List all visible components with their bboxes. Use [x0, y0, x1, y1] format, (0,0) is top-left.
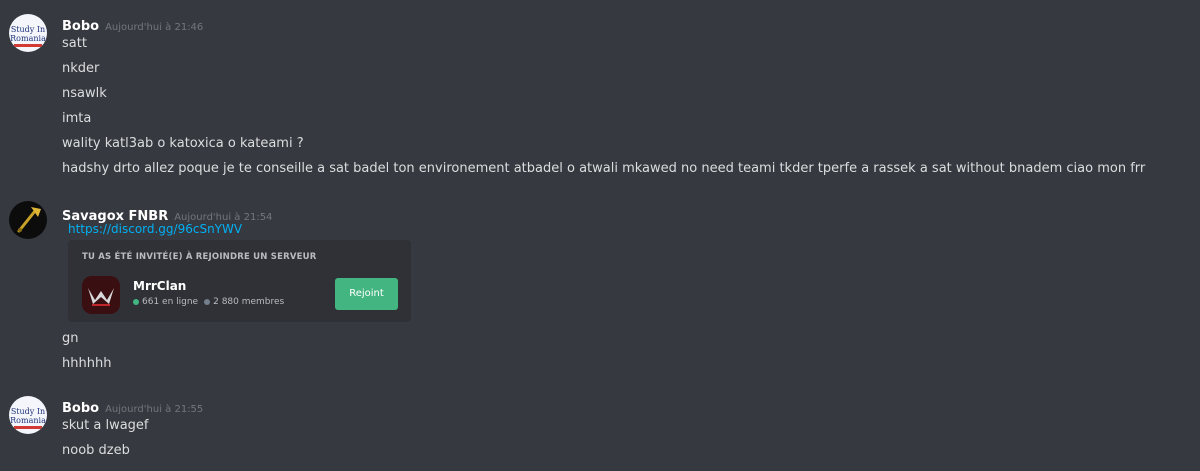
timestamp: Aujourd'hui à 21:46: [105, 22, 204, 33]
message-text: nsawlk: [62, 86, 107, 101]
golden-axe-icon: [17, 207, 41, 233]
avatar[interactable]: [9, 201, 47, 239]
message-header: Bobo Aujourd'hui à 21:46: [62, 15, 203, 34]
message-text: imta: [62, 111, 92, 126]
avatar-text-line: Romania: [10, 416, 46, 425]
server-logo-icon: [82, 276, 120, 314]
avatar-text-line: Study In: [10, 407, 46, 416]
message-text: noob dzeb: [62, 443, 130, 458]
server-icon: [82, 276, 120, 314]
avatar-text-line: Study In: [10, 25, 46, 34]
message-text: satt: [62, 36, 87, 51]
join-button[interactable]: Rejoint: [335, 278, 398, 310]
message-text: gn: [62, 331, 79, 346]
avatar[interactable]: Study In Romania: [9, 14, 47, 52]
avatar-flag-stripe: [14, 44, 42, 47]
invite-title: TU AS ÉTÉ INVITÉ(E) À REJOINDRE UN SERVE…: [82, 252, 317, 262]
avatar-text-line: Romania: [10, 34, 46, 43]
message-text: wality katl3ab o katoxica o kateami ?: [62, 136, 304, 151]
avatar[interactable]: Study In Romania: [9, 396, 47, 434]
username[interactable]: Bobo: [62, 401, 99, 416]
member-count: 2 880 membres: [213, 297, 285, 307]
timestamp: Aujourd'hui à 21:55: [105, 404, 204, 415]
message-text: nkder: [62, 61, 100, 76]
server-invite-embed: TU AS ÉTÉ INVITÉ(E) À REJOINDRE UN SERVE…: [68, 240, 411, 322]
server-stats: 661 en ligne 2 880 membres: [133, 297, 284, 307]
message-text: hhhhhh: [62, 356, 112, 371]
online-dot-icon: [133, 298, 139, 305]
message-header: Bobo Aujourd'hui à 21:55: [62, 397, 203, 416]
online-count: 661 en ligne: [142, 297, 199, 307]
message-text: skut a lwagef: [62, 418, 149, 433]
members-dot-icon: [204, 298, 211, 305]
server-name: MrrClan: [133, 279, 187, 293]
username[interactable]: Bobo: [62, 19, 99, 34]
avatar-flag-stripe: [14, 426, 42, 429]
message-text: hadshy drto allez poque je te conseille …: [62, 161, 1146, 176]
invite-link[interactable]: https://discord.gg/96cSnYWV: [68, 222, 242, 236]
